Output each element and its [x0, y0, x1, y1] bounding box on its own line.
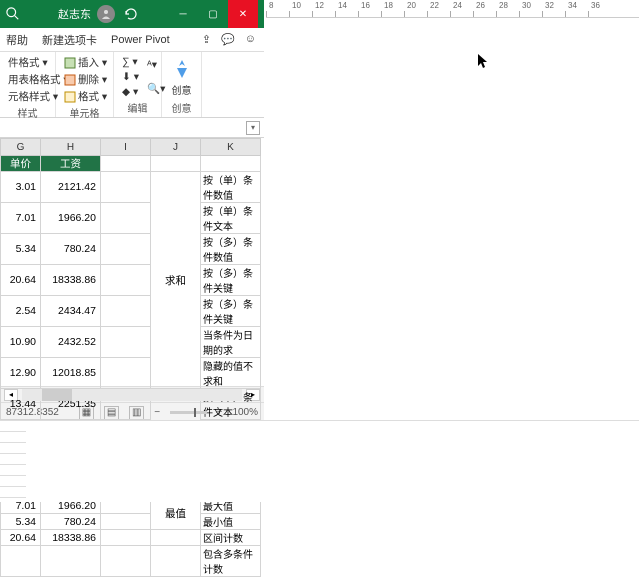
delete-button[interactable]: 删除 ▾ [62, 71, 109, 88]
table-row: 12.9012018.85隐藏的值不求和 [1, 358, 261, 389]
col-K[interactable]: K [201, 139, 261, 156]
col-I[interactable]: I [101, 139, 151, 156]
table-row: 包含多条件计数 [1, 546, 261, 577]
zoom-slider[interactable] [170, 411, 206, 414]
ideas-button[interactable]: 创意 [168, 54, 195, 100]
horizontal-scrollbar[interactable]: ◂ ▸ [0, 386, 264, 402]
table-row: 单价 工资 [1, 156, 261, 172]
close-button[interactable]: ✕ [228, 0, 258, 28]
col-H[interactable]: H [41, 139, 101, 156]
formula-expand-icon[interactable]: ▾ [246, 121, 260, 135]
formula-bar[interactable]: ▾ [0, 118, 264, 138]
format-button[interactable]: 格式 ▾ [62, 88, 109, 105]
tab-powerpivot[interactable]: Power Pivot [111, 34, 170, 46]
minimize-button[interactable]: ─ [168, 0, 198, 28]
horizontal-ruler: 8 10 12 14 16 18 20 22 24 26 28 30 32 34… [266, 0, 639, 18]
table-row: 10.902432.52当条件为日期的求 [1, 327, 261, 358]
emoji-icon[interactable]: ☺ [245, 33, 256, 46]
fill-button[interactable]: ⬇ ▾ [120, 70, 141, 84]
group-label-edit: 编辑 [120, 100, 155, 115]
mouse-cursor-icon [478, 54, 490, 73]
col-G[interactable]: G [1, 139, 41, 156]
clear-button[interactable]: ◆ ▾ [120, 85, 141, 99]
group-extreme[interactable]: 最值 [151, 498, 201, 530]
insert-button[interactable]: 插入 ▾ [62, 54, 109, 71]
table-row: 3.012121.42求和按（单）条件数值 [1, 172, 261, 203]
table-row: 5.34780.24按（多）条件数值 [1, 234, 261, 265]
header-salary[interactable]: 工资 [41, 156, 101, 172]
scroll-track[interactable] [22, 389, 242, 401]
table-row: 2.542434.47按（多）条件关键 [1, 296, 261, 327]
tab-newtab[interactable]: 新建选项卡 [42, 32, 97, 48]
table-row: 20.6418338.86区间计数 [1, 530, 261, 546]
bottom-panel [0, 420, 639, 502]
secondary-canvas [266, 18, 639, 420]
table-row: 5.34780.24最小值 [1, 514, 261, 530]
username-label: 赵志东 [58, 6, 91, 22]
avatar[interactable] [97, 5, 115, 23]
table-row: 20.6418338.86按（多）条件关键 [1, 265, 261, 296]
tab-help[interactable]: 帮助 [6, 32, 28, 48]
header-price[interactable]: 单价 [1, 156, 41, 172]
comments-icon[interactable]: 💬 [221, 33, 235, 46]
search-icon[interactable] [6, 7, 20, 21]
share-icon[interactable]: ⇪ [202, 33, 211, 46]
group-label-ideas: 创意 [168, 100, 195, 115]
group-label-style: 样式 [6, 105, 49, 120]
group-sum[interactable]: 求和 [151, 172, 201, 389]
data-grid[interactable]: G H I J K 单价 工资 3.012121.42求和按（单）条件数值 7.… [0, 138, 261, 577]
vertical-ruler-outer [0, 421, 16, 502]
autosum-button[interactable]: ∑ ▾ [120, 55, 141, 69]
scroll-thumb[interactable] [42, 389, 72, 401]
col-J[interactable]: J [151, 139, 201, 156]
ribbon-tabs: 帮助 新建选项卡 Power Pivot ⇪ 💬 ☺ [0, 28, 264, 52]
title-bar: 赵志东 ─ ▢ ✕ [0, 0, 264, 28]
group-label-cells: 单元格 [62, 105, 107, 120]
spreadsheet[interactable]: G H I J K 单价 工资 3.012121.42求和按（单）条件数值 7.… [0, 138, 264, 386]
col-header-row[interactable]: G H I J K [1, 139, 261, 156]
table-row: 7.011966.20按（单）条件文本 [1, 203, 261, 234]
sync-icon[interactable] [123, 6, 139, 22]
ribbon: 件格式 ▾ 用表格格式 ▾ 元格样式 ▾ 样式 插入 ▾ 删除 ▾ 格式 ▾ 单… [0, 52, 264, 118]
maximize-button[interactable]: ▢ [198, 0, 228, 28]
